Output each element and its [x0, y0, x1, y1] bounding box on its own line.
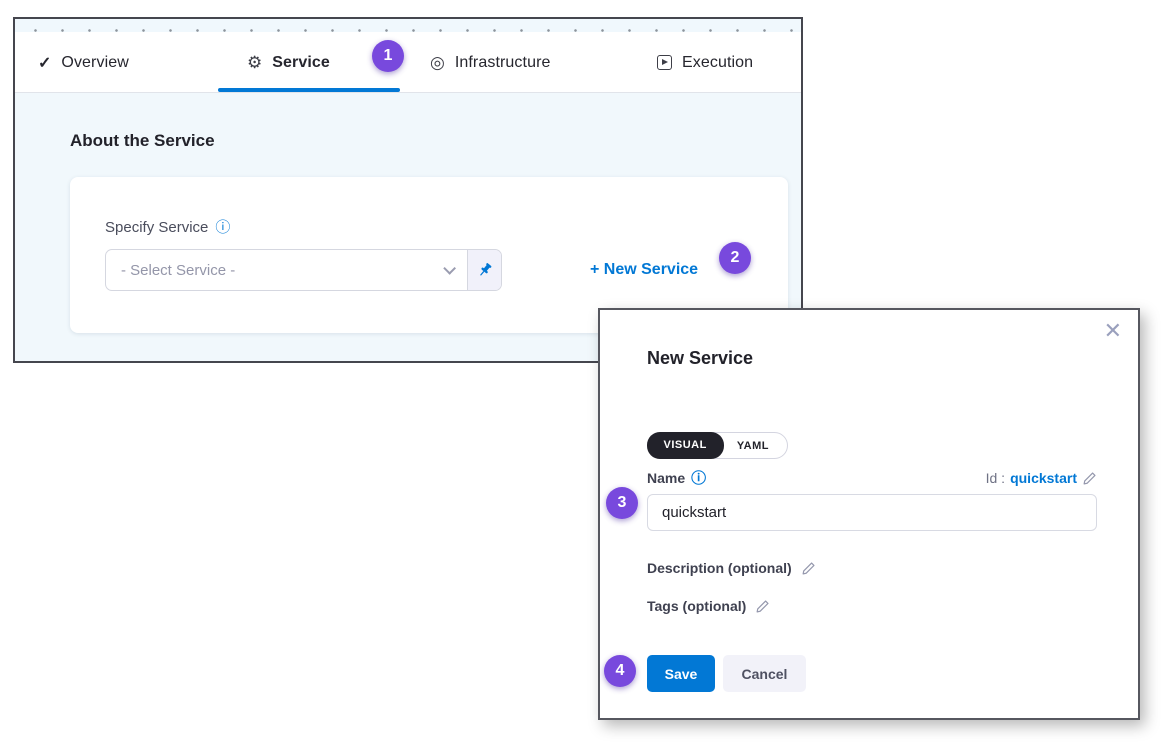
service-select-field[interactable]: - Select Service -	[106, 250, 467, 290]
active-tab-underline	[218, 88, 400, 92]
modal-actions: Save Cancel	[647, 655, 806, 692]
tab-overview[interactable]: ✓ Overview	[38, 32, 129, 93]
name-label: Name	[647, 470, 685, 486]
specify-service-label-row: Specify Service ⓘ	[105, 219, 788, 236]
visual-yaml-toggle: VISUAL YAML	[647, 432, 788, 459]
modal-title: New Service	[647, 348, 753, 369]
cancel-button[interactable]: Cancel	[723, 655, 806, 692]
description-row: Description (optional)	[647, 560, 816, 576]
new-service-link[interactable]: + New Service	[590, 261, 698, 279]
step-badge-2: 2	[719, 242, 751, 274]
service-select[interactable]: - Select Service -	[105, 249, 502, 291]
select-service-row: - Select Service -	[105, 249, 788, 291]
tab-service[interactable]: ⚙ Service	[247, 32, 330, 93]
name-label-wrap: Name ⓘ	[647, 470, 706, 486]
step-badge-4: 4	[604, 655, 636, 687]
id-value: quickstart	[1010, 470, 1077, 486]
tab-execution-label: Execution	[682, 54, 753, 72]
tab-service-label: Service	[272, 54, 330, 72]
tags-label: Tags (optional)	[647, 598, 746, 614]
toggle-yaml[interactable]: YAML	[724, 434, 787, 458]
step-badge-1: 1	[372, 40, 404, 72]
bullseye-icon: ◎	[430, 54, 445, 71]
tags-row: Tags (optional)	[647, 598, 770, 614]
chevron-down-icon	[443, 262, 456, 275]
new-service-modal: ✕ New Service VISUAL YAML Name ⓘ Id : qu…	[598, 308, 1140, 720]
description-label: Description (optional)	[647, 560, 792, 576]
step-badge-3: 3	[606, 487, 638, 519]
pushpin-icon	[477, 262, 493, 278]
id-label: Id :	[986, 470, 1005, 486]
save-button[interactable]: Save	[647, 655, 715, 692]
section-heading: About the Service	[70, 131, 801, 151]
stage-tabbar: ✓ Overview ⚙ Service ◎ Infrastructure Ex…	[15, 32, 801, 93]
info-icon[interactable]: ⓘ	[691, 471, 706, 486]
canvas-dots-strip	[15, 19, 801, 32]
service-select-placeholder: - Select Service -	[121, 262, 235, 279]
edit-pencil-icon[interactable]	[755, 599, 770, 614]
edit-pencil-icon[interactable]	[801, 561, 816, 576]
tab-infrastructure-label: Infrastructure	[455, 54, 551, 72]
screenshot-stage: ✓ Overview ⚙ Service ◎ Infrastructure Ex…	[0, 0, 1170, 755]
info-icon[interactable]: ⓘ	[215, 220, 230, 235]
edit-pencil-icon[interactable]	[1082, 471, 1097, 486]
name-input[interactable]	[647, 494, 1097, 531]
tab-overview-label: Overview	[61, 54, 128, 72]
tab-infrastructure[interactable]: ◎ Infrastructure	[430, 32, 551, 93]
specify-service-label: Specify Service	[105, 219, 208, 236]
name-label-row: Name ⓘ Id : quickstart	[647, 470, 1097, 486]
tab-execution[interactable]: Execution	[657, 32, 753, 93]
play-square-icon	[657, 55, 672, 70]
pin-toggle[interactable]	[467, 250, 501, 290]
toggle-visual[interactable]: VISUAL	[647, 432, 724, 459]
gear-icon: ⚙	[247, 54, 262, 71]
close-icon[interactable]: ✕	[1104, 320, 1122, 342]
check-icon: ✓	[38, 53, 51, 73]
service-id-wrap: Id : quickstart	[986, 470, 1097, 486]
